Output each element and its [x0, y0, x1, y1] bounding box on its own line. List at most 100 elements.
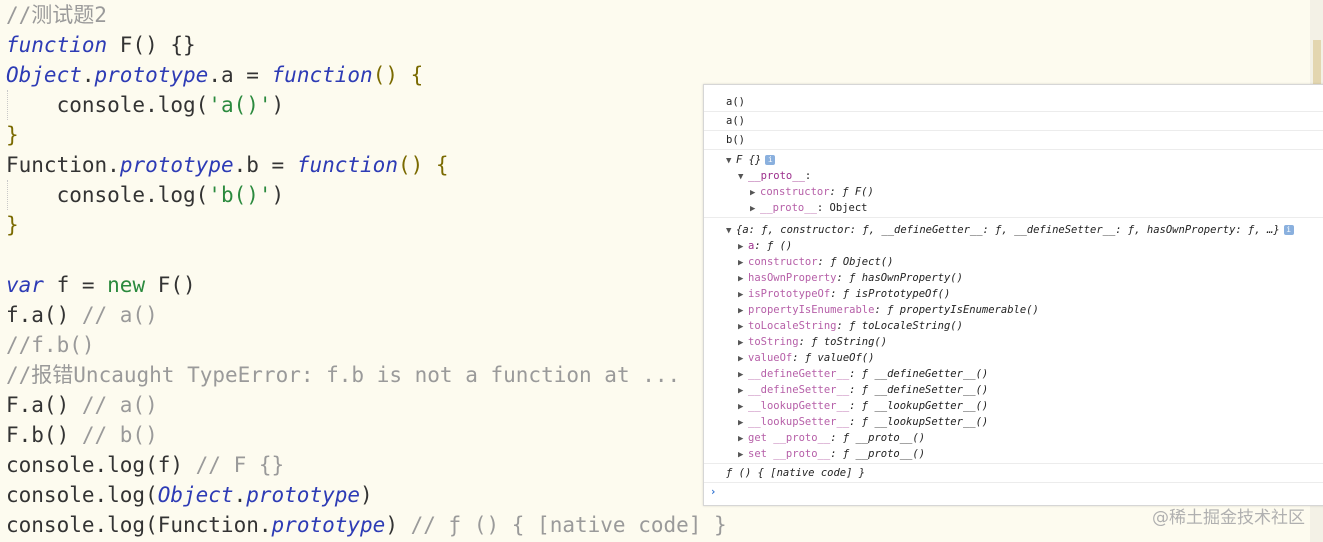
string-literal: 'a()'	[208, 93, 272, 117]
comment-text: // b()	[81, 423, 158, 447]
comment-text: // ƒ () { [native code] }	[410, 513, 727, 537]
code-line-15: F.b() // b()	[6, 420, 158, 450]
property-key: constructor	[748, 256, 818, 268]
property-value: : ƒ __lookupGetter__()	[849, 400, 989, 412]
comment-text: // a()	[81, 303, 158, 327]
code-line-2: function F() {}	[6, 30, 196, 60]
code-line-3: Object.prototype.a = function() {	[6, 60, 423, 90]
property-name: prototype	[94, 63, 209, 87]
comment-text: //测试题2	[6, 3, 107, 27]
code-text: console.log(	[6, 93, 209, 117]
console-log-text: ƒ () { [native code] }	[726, 467, 866, 479]
property-key: __defineSetter__	[748, 384, 850, 396]
property-value: : ƒ __defineGetter__()	[849, 368, 989, 380]
code-line-17: console.log(Object.prototype)	[6, 480, 373, 510]
code-line-6: Function.prototype.b = function() {	[6, 150, 449, 180]
code-line-13: //报错Uncaught TypeError: f.b is not a fun…	[6, 360, 680, 390]
console-prompt[interactable]: ›	[704, 483, 1323, 501]
class-name: Function	[157, 513, 259, 537]
comment-text: // F {}	[195, 453, 285, 477]
property-value: : ƒ ()	[754, 240, 793, 252]
console-log-row: a()	[704, 112, 1323, 131]
code-text: () {	[397, 153, 449, 177]
code-line-8: }	[6, 210, 19, 240]
triangle-right-icon[interactable]: ▶	[750, 200, 760, 218]
property-key: toString	[748, 336, 799, 348]
keyword: function	[271, 63, 373, 87]
keyword: function	[296, 153, 398, 177]
code-text: .	[81, 63, 95, 87]
code-text: console.log(f)	[6, 453, 196, 477]
class-name: Object	[6, 63, 82, 87]
property-separator: :	[804, 170, 812, 182]
code-text: F()	[145, 273, 196, 297]
code-line-1: //测试题2	[6, 0, 107, 30]
code-text: F.b()	[6, 423, 82, 447]
class-name: Function	[6, 153, 108, 177]
property-key: set __proto__	[748, 448, 831, 460]
code-text: )	[271, 183, 285, 207]
property-key: propertyIsEnumerable	[748, 304, 875, 316]
code-line-16: console.log(f) // F {}	[6, 450, 284, 480]
property-key: __defineGetter__	[748, 368, 850, 380]
code-line-11: f.a() // a()	[6, 300, 158, 330]
property-key: toLocaleString	[748, 320, 837, 332]
info-icon[interactable]: i	[1283, 225, 1294, 235]
code-text: )	[271, 93, 285, 117]
code-text: .b =	[233, 153, 297, 177]
console-log-text: a()	[726, 96, 745, 108]
console-log-text: b()	[726, 134, 745, 146]
property-value: : ƒ hasOwnProperty()	[836, 272, 963, 284]
property-key: __proto__	[760, 202, 817, 214]
code-line-18: console.log(Function.prototype) // ƒ () …	[6, 510, 727, 540]
object-summary: F {}	[736, 154, 762, 166]
tree-node-proto-object[interactable]: ▶ __proto__: Object	[704, 199, 1323, 218]
keyword: var	[6, 273, 44, 297]
property-value: : ƒ propertyIsEnumerable()	[874, 304, 1039, 316]
property-key: get __proto__	[748, 432, 831, 444]
property-key: __lookupSetter__	[748, 416, 850, 428]
code-line-10: var f = new F()	[6, 270, 196, 300]
property-name: prototype	[246, 483, 361, 507]
tree-node-entry[interactable]: ▶ set __proto__: ƒ __proto__()	[704, 445, 1323, 463]
code-text: .	[107, 153, 120, 177]
property-value: : ƒ valueOf()	[792, 352, 875, 364]
comment-text: //报错Uncaught TypeError: f.b is not a fun…	[6, 363, 681, 387]
code-text: F() {}	[107, 33, 196, 57]
code-text: .a =	[208, 63, 272, 87]
code-text: () {	[372, 63, 424, 87]
property-key: __lookupGetter__	[748, 400, 850, 412]
keyword: function	[6, 33, 108, 57]
prompt-caret-icon: ›	[710, 486, 717, 498]
info-icon[interactable]: i	[765, 155, 776, 165]
object-summary: {a: ƒ, constructor: ƒ, __defineGetter__:…	[736, 224, 1280, 236]
property-value: : ƒ isPrototypeOf()	[830, 288, 951, 300]
property-value: : ƒ __proto__()	[830, 448, 926, 460]
code-text: f.a()	[6, 303, 82, 327]
code-text: .	[233, 483, 247, 507]
code-line-7: console.log('b()')	[6, 180, 285, 210]
property-name: prototype	[271, 513, 386, 537]
property-value: : ƒ __proto__()	[830, 432, 926, 444]
property-key: hasOwnProperty	[748, 272, 837, 284]
property-value: : ƒ toString()	[798, 336, 888, 348]
triangle-right-icon[interactable]: ▶	[738, 446, 748, 464]
property-value: : Object	[816, 202, 868, 214]
property-key: __proto__	[748, 170, 805, 182]
property-value: : ƒ F()	[829, 186, 874, 198]
code-line-14: F.a() // a()	[6, 390, 158, 420]
property-key: constructor	[760, 186, 830, 198]
watermark: @稀土掘金技术社区	[1152, 508, 1305, 528]
code-text: console.log(	[6, 513, 158, 537]
comment-text: // a()	[81, 393, 158, 417]
code-line-12: //f.b()	[6, 330, 95, 360]
class-name: Object	[157, 483, 234, 507]
code-line-4: console.log('a()')	[6, 90, 285, 120]
devtools-console[interactable]: a() a() b() ▼ F {} i ▼ __proto__: ▶ construc…	[703, 84, 1323, 506]
comment-text: //f.b()	[6, 333, 95, 357]
console-log-row: b()	[704, 131, 1323, 150]
property-name: prototype	[119, 153, 234, 177]
console-log-text: a()	[726, 115, 745, 127]
string-literal: 'b()'	[208, 183, 272, 207]
property-key: isPrototypeOf	[748, 288, 831, 300]
